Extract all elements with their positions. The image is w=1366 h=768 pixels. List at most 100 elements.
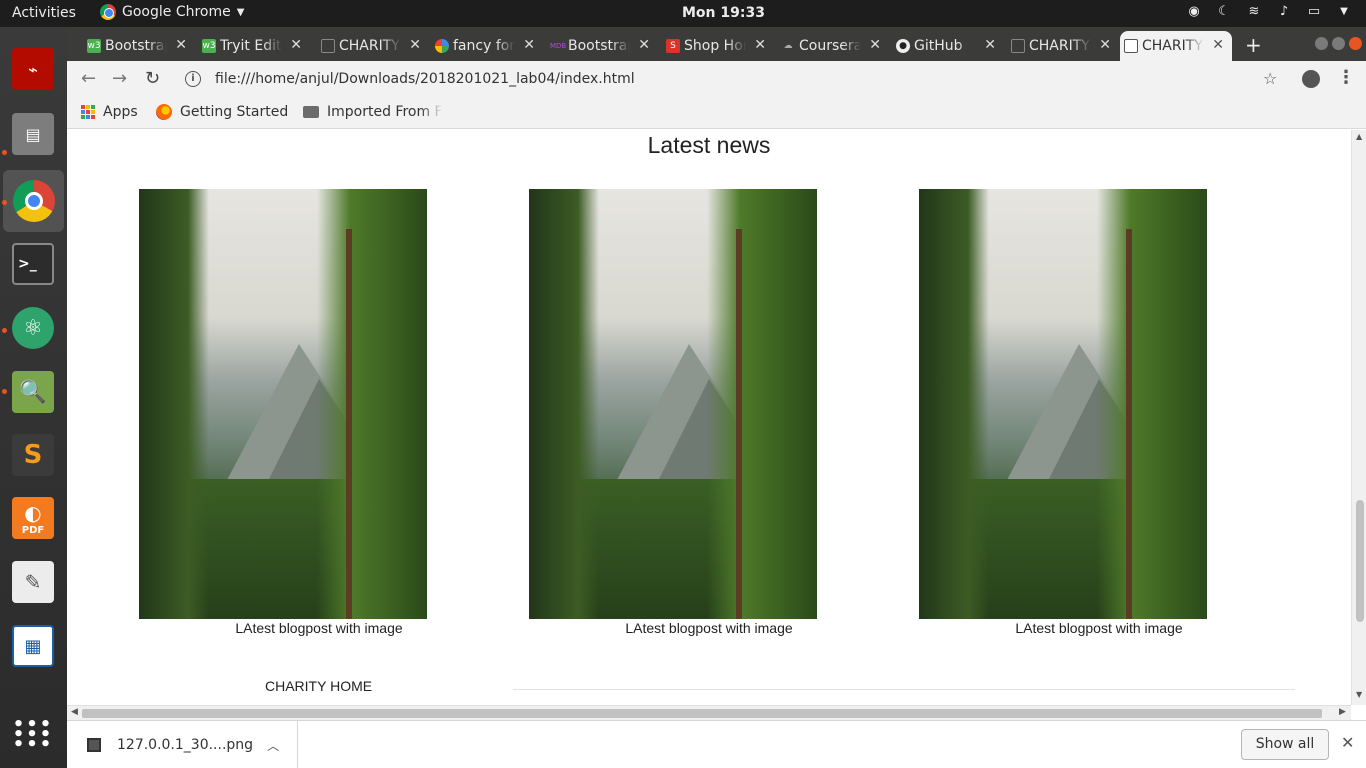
bookmark-apps[interactable]: Apps (81, 104, 138, 120)
forward-button[interactable]: → (112, 68, 127, 89)
mdb-icon: MDB (550, 42, 567, 50)
chevron-down-icon[interactable]: ▼ (1336, 4, 1352, 20)
page-icon (1124, 39, 1138, 53)
close-window-button[interactable] (1349, 37, 1362, 50)
dock-file-manager[interactable]: ▤ (8, 109, 58, 159)
new-tab-button[interactable]: + (1245, 33, 1262, 57)
firefox-icon (156, 104, 172, 120)
vertical-scroll-thumb[interactable] (1356, 500, 1364, 622)
tab-title: Bootstrap (105, 38, 167, 54)
running-indicator (2, 328, 7, 333)
close-icon[interactable]: ✕ (409, 37, 421, 53)
scroll-right-arrow-icon[interactable]: ▶ (1339, 707, 1346, 717)
download-item[interactable]: 127.0.0.1_30....png ︿ (67, 721, 298, 768)
scroll-up-arrow-icon[interactable]: ▲ (1356, 132, 1362, 141)
reload-button[interactable]: ↻ (145, 68, 160, 89)
footer-charity-home[interactable]: CHARITY HOME (265, 678, 372, 694)
bookmark-getting-started[interactable]: Getting Started (156, 104, 288, 120)
close-icon[interactable]: ✕ (1099, 37, 1111, 53)
w3-icon: w3 (202, 39, 216, 53)
dock-adobe-reader[interactable]: ⌁ (8, 44, 58, 94)
clock[interactable]: Mon 19:33 (682, 5, 765, 21)
scroll-left-arrow-icon[interactable]: ◀ (71, 707, 78, 717)
tab-github[interactable]: ● GitHub ✕ (892, 31, 1004, 61)
apps-grid-icon (81, 105, 95, 119)
chevron-up-icon[interactable]: ︿ (267, 737, 279, 754)
dock-pdf-editor[interactable]: ◐ PDF (8, 493, 58, 543)
close-icon[interactable]: ✕ (754, 37, 766, 53)
horizontal-scrollbar[interactable]: ◀ ▶ (67, 705, 1351, 720)
tab-title: Tryit Editor (220, 38, 282, 54)
atom-icon: ⚛ (12, 307, 54, 349)
tab-charity[interactable]: CHARITY ✕ (317, 31, 429, 61)
close-icon[interactable]: ✕ (1212, 37, 1224, 53)
chrome-icon (12, 180, 55, 222)
night-light-icon[interactable]: ☾ (1216, 4, 1232, 20)
page-icon (321, 39, 335, 53)
activities-button[interactable]: Activities (12, 5, 76, 21)
maximize-button[interactable] (1332, 37, 1345, 50)
tab-coursera[interactable]: ☁ Coursera ✕ (777, 31, 889, 61)
news-caption: LAtest blogpost with image (235, 620, 403, 636)
info-icon[interactable]: i (185, 71, 201, 87)
show-all-button[interactable]: Show all (1241, 729, 1329, 760)
page-viewport: Latest news LAtest blogpost with image L… (67, 130, 1351, 705)
record-icon[interactable]: ◉ (1186, 4, 1202, 20)
sublime-icon: S (12, 434, 54, 476)
tab-title: CHARITY (1142, 38, 1203, 54)
address-bar[interactable]: i file:///home/anjul/Downloads/201820102… (185, 65, 1325, 93)
tab-shop-home[interactable]: S Shop Home ✕ (662, 31, 774, 61)
tab-charity-active[interactable]: CHARITY ✕ (1120, 31, 1232, 61)
dock-image-viewer[interactable]: 🔍 (8, 367, 58, 417)
tab-title: Coursera (799, 38, 861, 54)
volume-icon[interactable]: ♪ (1276, 4, 1292, 20)
battery-icon[interactable]: ▭ (1306, 4, 1322, 20)
tab-title: Bootstrap (568, 38, 630, 54)
bookmarks-bar: Apps Getting Started Imported From F (67, 97, 1366, 129)
app-menu[interactable]: Google Chrome ▼ (100, 4, 244, 20)
close-icon[interactable]: ✕ (523, 37, 535, 53)
vertical-scrollbar[interactable]: ▲ ▼ (1351, 130, 1366, 705)
dock-text-editor[interactable]: ✎ (8, 557, 58, 607)
horizontal-scroll-thumb[interactable] (82, 709, 1322, 718)
dock-atom[interactable]: ⚛ (8, 303, 58, 353)
chrome-tab-strip: w3 Bootstrap ✕ w3 Tryit Editor ✕ CHARITY… (67, 27, 1366, 61)
dock-libreoffice-writer[interactable]: ▦ (8, 621, 58, 671)
wifi-icon[interactable]: ≋ (1246, 4, 1262, 20)
tab-charity-2[interactable]: CHARITY ✕ (1007, 31, 1119, 61)
mountain-forest-image (139, 189, 427, 619)
close-icon[interactable]: ✕ (1341, 733, 1354, 752)
w3-icon: w3 (87, 39, 101, 53)
show-applications-button[interactable]: ••• ••• ••• (8, 710, 58, 760)
tab-bootstrap[interactable]: w3 Bootstrap ✕ (83, 31, 195, 61)
tab-title: CHARITY (1029, 38, 1090, 54)
close-icon[interactable]: ✕ (290, 37, 302, 53)
system-tray[interactable]: ◉ ☾ ≋ ♪ ▭ ▼ (1186, 4, 1352, 20)
tab-bootstrap-mdb[interactable]: MDB Bootstrap ✕ (546, 31, 658, 61)
cloud-icon: ☁ (783, 41, 793, 51)
app-grid-icon: ••• ••• ••• (12, 714, 54, 755)
chevron-down-icon: ▼ (236, 6, 245, 18)
news-card: LAtest blogpost with image (529, 189, 817, 636)
close-icon[interactable]: ✕ (984, 37, 996, 53)
back-button[interactable]: ← (81, 68, 96, 89)
minimize-button[interactable] (1315, 37, 1328, 50)
bookmark-star-icon[interactable]: ☆ (1263, 69, 1277, 88)
dock-sublime-text[interactable]: S (8, 430, 58, 480)
close-icon[interactable]: ✕ (638, 37, 650, 53)
kebab-menu-icon[interactable]: ⋮ (1337, 67, 1355, 88)
dock-terminal[interactable]: >_ (8, 239, 58, 289)
close-icon[interactable]: ✕ (175, 37, 187, 53)
scroll-down-arrow-icon[interactable]: ▼ (1356, 690, 1362, 699)
tab-title: GitHub (914, 38, 963, 54)
url-text[interactable]: file:///home/anjul/Downloads/2018201021_… (215, 71, 635, 87)
tab-fancy-fonts[interactable]: fancy fonts ✕ (431, 31, 543, 61)
tab-tryit-editor[interactable]: w3 Tryit Editor ✕ (198, 31, 310, 61)
dock-google-chrome[interactable] (3, 170, 64, 232)
github-icon: ● (896, 39, 910, 53)
chrome-icon (100, 4, 116, 20)
close-icon[interactable]: ✕ (869, 37, 881, 53)
profile-avatar-icon[interactable] (1302, 70, 1320, 88)
bookmark-imported-folder[interactable]: Imported From F (303, 104, 443, 120)
pdf-icon: ◐ PDF (12, 497, 54, 539)
